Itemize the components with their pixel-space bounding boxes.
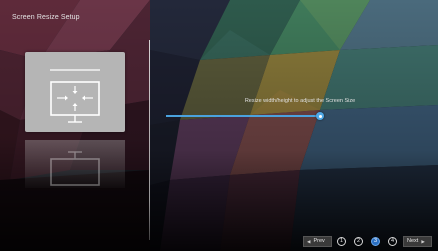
page-title: Screen Resize Setup	[12, 14, 80, 21]
step-4-indicator[interactable]: 4	[388, 237, 397, 246]
prev-button-label: Prev	[313, 238, 325, 244]
tv-resize-icon	[50, 69, 100, 123]
tv-illustration	[25, 52, 125, 132]
screen-size-slider-track[interactable]	[166, 115, 321, 117]
next-button-label: Next	[407, 238, 419, 244]
prev-button[interactable]: ◀ Prev	[303, 236, 332, 247]
step-3-indicator[interactable]: 3	[371, 237, 380, 246]
chevron-right-icon: ▶	[421, 239, 425, 244]
panel-divider	[149, 40, 150, 240]
screen-resize-setup-screen: Screen Resize Setup Resize width/height …	[0, 0, 438, 251]
resize-instruction-text: Resize width/height to adjust the Screen…	[244, 98, 356, 104]
step-2-indicator[interactable]: 2	[354, 237, 363, 246]
screen-size-slider-handle[interactable]	[316, 112, 324, 120]
step-1-indicator[interactable]: 1	[337, 237, 346, 246]
chevron-left-icon: ◀	[307, 239, 311, 244]
next-button[interactable]: Next ▶	[403, 236, 432, 247]
tv-illustration-reflection	[25, 140, 125, 188]
tv-reflection-icon	[50, 151, 100, 186]
